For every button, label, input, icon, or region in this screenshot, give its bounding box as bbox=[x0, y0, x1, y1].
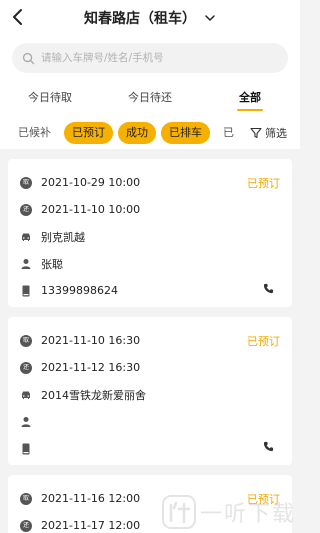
search-icon bbox=[22, 52, 35, 64]
return-time: 2021-11-12 16:30 bbox=[41, 361, 141, 374]
status-filter-bar: 已候补 已预订 成功 已排车 已 筛选 bbox=[0, 117, 300, 149]
chip-waitlisted[interactable]: 已候补 bbox=[10, 122, 59, 144]
car-row: 别克凯越 bbox=[20, 223, 280, 250]
call-icon[interactable] bbox=[263, 441, 274, 452]
mobile-icon bbox=[22, 443, 30, 454]
person-icon bbox=[21, 258, 31, 269]
pickup-time: 2021-11-16 12:00 bbox=[41, 492, 141, 505]
pickup-badge: 取 bbox=[20, 176, 32, 189]
tab-all[interactable]: 全部 bbox=[200, 81, 300, 117]
tab-label: 今日待取 bbox=[28, 91, 72, 104]
customer-name: 张聪 bbox=[41, 257, 63, 271]
tab-label: 今日待还 bbox=[128, 91, 172, 104]
order-status: 已预订 bbox=[247, 335, 280, 348]
person-icon bbox=[21, 416, 31, 427]
store-title[interactable]: 知春路店（租车） bbox=[84, 8, 196, 28]
pickup-badge: 取 bbox=[20, 492, 32, 505]
search-box[interactable] bbox=[12, 43, 288, 73]
phone-row: 13399898624 bbox=[20, 277, 280, 304]
pickup-time: 2021-10-29 10:00 bbox=[41, 176, 141, 189]
car-model: 别克凯越 bbox=[41, 230, 85, 244]
customer-phone: 13399898624 bbox=[41, 284, 118, 297]
watermark-text: 一听下载 bbox=[199, 502, 296, 527]
car-row: 2014雪铁龙新爱丽舍 bbox=[20, 381, 280, 408]
funnel-icon bbox=[250, 127, 262, 139]
watermark: 一听下载 bbox=[161, 495, 296, 529]
return-badge: 还 bbox=[20, 203, 32, 216]
top-bar: 知春路店（租车） bbox=[0, 0, 300, 36]
watermark-logo-icon bbox=[161, 495, 196, 529]
tab-bar: 今日待取 今日待还 全部 bbox=[0, 81, 300, 117]
mobile-icon bbox=[22, 285, 30, 296]
order-status: 已预订 bbox=[247, 177, 280, 190]
chip-more[interactable]: 已 bbox=[215, 122, 242, 144]
search-input[interactable] bbox=[41, 52, 261, 64]
return-time: 2021-11-17 12:00 bbox=[41, 519, 141, 532]
car-model: 2014雪铁龙新爱丽舍 bbox=[41, 388, 146, 402]
chevron-down-icon[interactable] bbox=[204, 12, 216, 24]
return-badge: 还 bbox=[20, 361, 32, 374]
car-icon bbox=[22, 391, 30, 399]
chip-booked[interactable]: 已预订 bbox=[64, 122, 113, 144]
order-list: 已预订 取 2021-10-29 10:00 还 2021-11-10 10:0… bbox=[0, 149, 300, 533]
return-time-row: 还 2021-11-10 10:00 bbox=[20, 196, 280, 223]
pickup-time-row: 取 2021-10-29 10:00 bbox=[20, 169, 280, 196]
active-tab-indicator bbox=[237, 109, 263, 111]
chip-assigned[interactable]: 已排车 bbox=[161, 122, 210, 144]
order-card[interactable]: 已预订 取 2021-11-10 16:30 还 2021-11-12 16:3… bbox=[8, 317, 292, 465]
return-badge: 还 bbox=[20, 519, 32, 532]
pickup-time-row: 取 2021-11-10 16:30 bbox=[20, 327, 280, 354]
pickup-badge: 取 bbox=[20, 334, 32, 347]
pickup-time: 2021-11-10 16:30 bbox=[41, 334, 141, 347]
tab-label: 全部 bbox=[239, 91, 261, 104]
search-bar bbox=[0, 36, 300, 81]
customer-row: 张聪 bbox=[20, 250, 280, 277]
return-time-row: 还 2021-11-12 16:30 bbox=[20, 354, 280, 381]
filter-button[interactable]: 筛选 bbox=[244, 117, 300, 149]
tab-today-return[interactable]: 今日待还 bbox=[100, 81, 200, 117]
filter-label: 筛选 bbox=[265, 127, 287, 140]
phone-row bbox=[20, 435, 280, 462]
call-icon[interactable] bbox=[263, 283, 274, 294]
customer-row bbox=[20, 408, 280, 435]
order-card[interactable]: 已预订 取 2021-10-29 10:00 还 2021-11-10 10:0… bbox=[8, 159, 292, 307]
chip-success[interactable]: 成功 bbox=[118, 122, 156, 144]
tab-today-pickup[interactable]: 今日待取 bbox=[0, 81, 100, 117]
car-icon bbox=[22, 233, 30, 241]
back-arrow-icon[interactable] bbox=[8, 7, 28, 27]
return-time: 2021-11-10 10:00 bbox=[41, 203, 141, 216]
